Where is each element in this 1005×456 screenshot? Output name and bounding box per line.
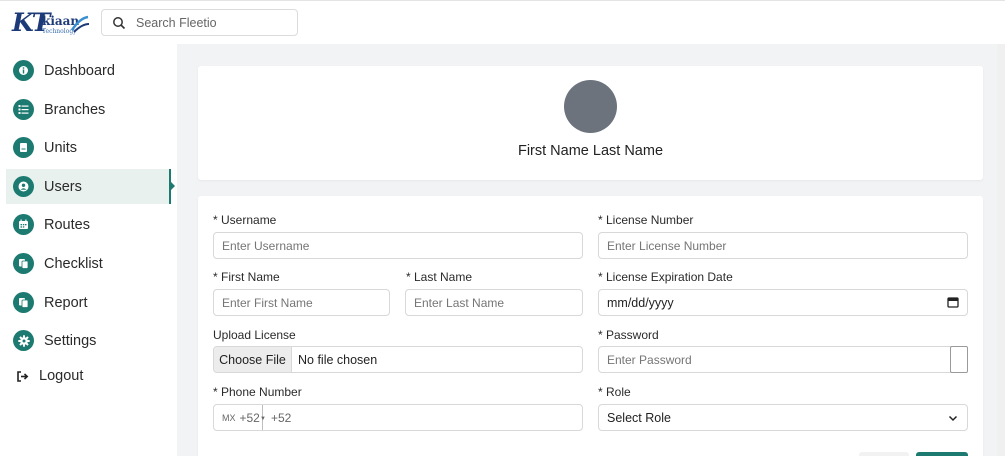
logout-label: Logout <box>39 368 84 384</box>
user-form-card: * Username * First Name * Last Name Uplo… <box>198 196 983 456</box>
copy-icon <box>13 292 34 313</box>
info-icon <box>13 60 34 81</box>
caret-down-icon: ▼ <box>260 416 266 422</box>
avatar[interactable] <box>564 80 617 133</box>
username-field[interactable] <box>213 232 583 259</box>
upload-license-field[interactable]: Choose File No file chosen <box>213 346 583 373</box>
file-status-text: No file chosen <box>298 353 378 367</box>
username-input[interactable] <box>214 233 582 258</box>
sidebar-item-dashboard[interactable]: Dashboard <box>6 53 171 88</box>
profile-card: First Name Last Name <box>198 66 983 180</box>
sidebar-item-label: Checklist <box>44 255 103 272</box>
sidebar-item-label: Units <box>44 139 78 156</box>
sidebar-item-label: Dashboard <box>44 62 115 79</box>
first-name-input[interactable] <box>214 290 389 315</box>
sidebar-item-units[interactable]: Units <box>6 130 171 165</box>
country-prefix: +52 <box>239 410 260 425</box>
page-scrollbar[interactable] <box>997 44 1005 456</box>
choose-file-button[interactable]: Choose File <box>214 347 292 372</box>
save-button[interactable] <box>916 452 968 456</box>
search-icon <box>113 17 126 30</box>
role-select[interactable]: Select Role <box>598 404 968 431</box>
first-name-label: * First Name <box>213 270 280 284</box>
license-number-label: * License Number <box>598 213 694 227</box>
profile-full-name: First Name Last Name <box>517 143 664 159</box>
search-input[interactable] <box>136 13 291 33</box>
sidebar: Dashboard Branches Units Users Routes Ch… <box>0 44 177 456</box>
phone-number-value[interactable]: +52 <box>271 411 291 425</box>
last-name-input[interactable] <box>406 290 582 315</box>
logo-swoosh-icon <box>70 15 90 33</box>
license-number-field[interactable] <box>598 232 968 259</box>
sidebar-item-settings[interactable]: Settings <box>6 323 171 358</box>
sidebar-item-label: Report <box>44 294 88 311</box>
sidebar-item-branches[interactable]: Branches <box>6 92 171 127</box>
country-code: MX <box>222 412 236 423</box>
role-label: * Role <box>598 385 631 399</box>
copy-icon <box>13 253 34 274</box>
upload-license-label: Upload License <box>213 328 296 342</box>
user-circle-icon <box>13 176 34 197</box>
password-toggle-button[interactable] <box>950 346 968 373</box>
password-field[interactable] <box>598 346 968 373</box>
first-name-field[interactable] <box>213 289 390 316</box>
last-name-field[interactable] <box>405 289 583 316</box>
password-input[interactable] <box>599 347 967 372</box>
license-expiration-field[interactable]: mm/dd/yyyy <box>598 289 968 316</box>
last-name-label: * Last Name <box>406 270 473 284</box>
phone-number-label: * Phone Number <box>213 385 302 399</box>
phone-number-field[interactable]: MX +52 ▼ +52 <box>213 404 583 431</box>
sidebar-item-label: Settings <box>44 332 97 349</box>
sidebar-item-routes[interactable]: Routes <box>6 207 171 242</box>
cancel-button[interactable] <box>859 452 909 456</box>
gear-icon <box>13 330 34 351</box>
password-label: * Password <box>598 328 659 342</box>
sidebar-item-label: Users <box>44 178 82 195</box>
logout-button[interactable]: Logout <box>16 366 83 386</box>
sidebar-item-label: Branches <box>44 101 106 118</box>
active-indicator <box>171 182 175 190</box>
document-icon <box>13 137 34 158</box>
calendar-icon[interactable] <box>947 296 959 308</box>
chevron-down-icon <box>948 415 958 422</box>
sidebar-item-report[interactable]: Report <box>6 285 171 320</box>
top-bar: KT kiaan Technology <box>0 0 1005 44</box>
role-selected-value: Select Role <box>607 411 671 425</box>
list-icon <box>13 99 34 120</box>
username-label: * Username <box>213 213 277 227</box>
country-code-selector[interactable]: MX +52 ▼ <box>214 405 266 430</box>
date-placeholder: mm/dd/yyyy <box>607 296 674 310</box>
calendar-icon <box>13 214 34 235</box>
sidebar-item-label: Routes <box>44 216 90 233</box>
company-logo[interactable]: KT kiaan Technology <box>12 8 90 40</box>
sidebar-item-checklist[interactable]: Checklist <box>6 246 171 281</box>
logout-icon <box>17 370 29 382</box>
license-expiration-label: * License Expiration Date <box>598 270 733 284</box>
license-number-input[interactable] <box>599 233 967 258</box>
search-box[interactable] <box>101 9 298 36</box>
sidebar-item-users[interactable]: Users <box>6 169 175 204</box>
